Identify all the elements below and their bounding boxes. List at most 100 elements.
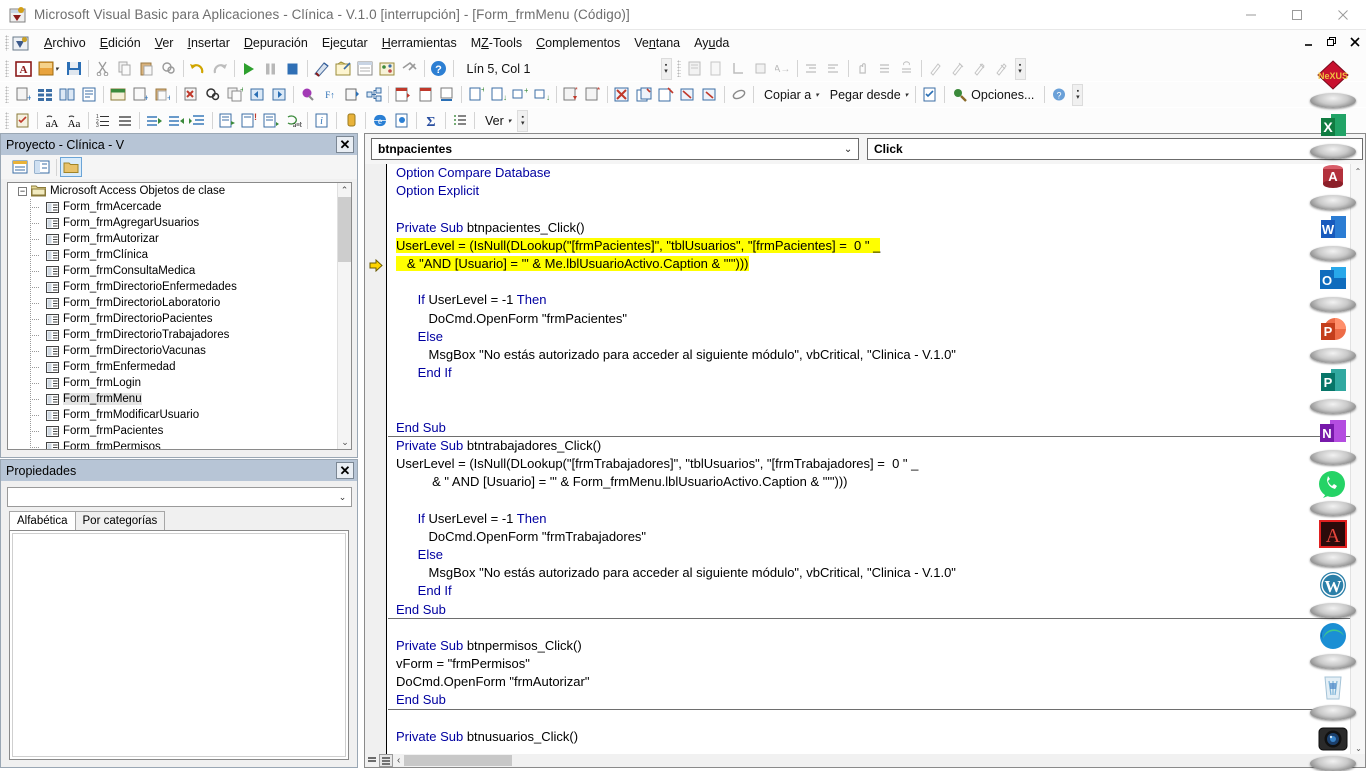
code-line[interactable] <box>388 382 1365 400</box>
undo-icon[interactable] <box>187 58 209 79</box>
uncomment-block-icon[interactable]: ! <box>238 110 260 131</box>
code-line[interactable]: Else <box>388 546 1365 564</box>
toolbar1c-overflow-button[interactable]: ▪ ▾ <box>1014 57 1026 80</box>
object-browser-icon[interactable] <box>377 58 399 79</box>
paste-from-button[interactable]: Pegar desde ▾ <box>823 84 912 105</box>
code-line[interactable] <box>388 619 1365 637</box>
sum-icon[interactable]: Σ <box>420 110 442 131</box>
menu-item-ayuda[interactable]: Ayuda <box>687 33 736 53</box>
sort-procedures-icon[interactable]: F↑ <box>319 84 341 105</box>
code-line[interactable]: & " AND [Usuario] = '" & Form_frmMenu.lb… <box>388 473 1365 491</box>
align-icon[interactable] <box>187 110 209 131</box>
code-line[interactable]: DoCmd.OpenForm "frmPacientes" <box>388 310 1365 328</box>
insert-block2-icon[interactable] <box>414 84 436 105</box>
indent-left-icon[interactable] <box>165 110 187 131</box>
code-line[interactable]: DoCmd.OpenForm "frmAutorizar" <box>388 673 1365 691</box>
project-tree-item[interactable]: Form_frmMenu <box>8 391 351 407</box>
indent-right-icon[interactable] <box>143 110 165 131</box>
camera-icon[interactable] <box>1305 723 1361 771</box>
properties-object-combo[interactable]: ⌄ <box>7 487 352 507</box>
tab-por-categorias[interactable]: Por categorías <box>74 511 166 530</box>
onenote-icon[interactable]: N <box>1305 417 1361 465</box>
toolbar2-overflow-button[interactable]: ▪ ▾ <box>1072 83 1084 106</box>
toolbar3-grip[interactable] <box>5 112 9 129</box>
scroll-thumb[interactable] <box>338 197 351 262</box>
menu-item-ver[interactable]: Ver <box>148 33 181 53</box>
mz-extra2-icon[interactable] <box>677 84 699 105</box>
flow-icon[interactable] <box>363 84 385 105</box>
duplicate-module-icon[interactable] <box>633 84 655 105</box>
comment-line-icon[interactable] <box>260 110 282 131</box>
paste-header-icon[interactable]: + <box>151 84 173 105</box>
toolbar1-overflow-button[interactable]: ▪ ▾ <box>660 57 672 80</box>
chevron-down-icon[interactable]: ▾ <box>905 91 909 99</box>
project-panel-close-icon[interactable]: ✕ <box>336 136 354 153</box>
menubar-grip[interactable] <box>5 35 9 51</box>
eraser-icon[interactable] <box>728 84 750 105</box>
list-icon[interactable] <box>449 110 471 131</box>
menu-item-archivo[interactable]: Archivo <box>37 33 93 53</box>
chevron-down-icon[interactable]: ▾ <box>815 91 819 99</box>
split-procedure-icon[interactable] <box>341 84 363 105</box>
module-header-icon[interactable] <box>107 84 129 105</box>
menu-item-ventana[interactable]: Ventana <box>627 33 687 53</box>
clipboard-icon[interactable] <box>12 110 34 131</box>
project-tree-item[interactable]: Form_frmDirectorioEnfermedades <box>8 279 351 295</box>
project-tree-item[interactable]: Form_frmDirectorioVacunas <box>8 343 351 359</box>
find-advanced-icon[interactable] <box>202 84 224 105</box>
code-margin-indicator-bar[interactable] <box>365 164 387 756</box>
project-tree-item[interactable]: Form_frmLogin <box>8 375 351 391</box>
copy-to-button[interactable]: Copiar a ▾ <box>757 84 823 105</box>
copy-block-icon[interactable]: + <box>465 84 487 105</box>
project-tree-item[interactable]: Form_frmConsultaMedica <box>8 263 351 279</box>
project-explorer-icon[interactable] <box>333 58 355 79</box>
scroll-up-icon[interactable]: ⌃ <box>338 183 351 197</box>
hscroll-thumb[interactable] <box>404 755 513 766</box>
maximize-button[interactable] <box>1274 0 1320 30</box>
menu-item-ejecutar[interactable]: Ejecutar <box>315 33 375 53</box>
code-line[interactable]: End If <box>388 364 1365 382</box>
object-combo[interactable]: btnpacientes ⌄ <box>371 138 860 160</box>
code-line[interactable] <box>388 491 1365 509</box>
code-horizontal-scrollbar[interactable]: ‹ <box>365 754 1365 767</box>
project-tree-item[interactable]: Form_frmDirectorioPacientes <box>8 311 351 327</box>
code-line[interactable]: End Sub <box>388 601 1365 619</box>
code-line[interactable]: vForm = "frmPermisos" <box>388 655 1365 673</box>
procedure-header-icon[interactable]: + <box>129 84 151 105</box>
bulleted-list-icon[interactable] <box>114 110 136 131</box>
code-line[interactable]: If UserLevel = -1 Then <box>388 291 1365 309</box>
project-tree-item[interactable]: Form_frmAutorizar <box>8 231 351 247</box>
menu-item-mztools[interactable]: MZ-Tools <box>464 33 529 53</box>
info-icon[interactable]: i <box>311 110 333 131</box>
bookmark-icon[interactable] <box>340 110 362 131</box>
project-tree-scrollbar[interactable]: ⌃ ⌄ <box>337 183 351 449</box>
reset-icon[interactable] <box>282 58 304 79</box>
project-tree-item[interactable]: Form_frmModificarUsuario <box>8 407 351 423</box>
web-icon[interactable]: e <box>369 110 391 131</box>
project-panel-titlebar[interactable]: Proyecto - Clínica - V ✕ <box>1 134 357 155</box>
delete-module-icon[interactable] <box>611 84 633 105</box>
code-editor-area[interactable]: Option Compare Database Option Explicit P… <box>365 164 1365 756</box>
excel-icon[interactable]: X <box>1305 111 1361 159</box>
project-tree-item[interactable]: Form_frmEnfermedad <box>8 359 351 375</box>
toggle-folders-icon[interactable] <box>60 157 82 177</box>
chevron-down-icon[interactable]: ⌄ <box>334 492 351 503</box>
menu-item-complementos[interactable]: Complementos <box>529 33 627 53</box>
mdi-restore-button[interactable] <box>1325 36 1339 50</box>
design-mode-icon[interactable] <box>311 58 333 79</box>
project-tree-item[interactable]: Form_frmPacientes <box>8 423 351 439</box>
project-tree[interactable]: − Microsoft Access Objetos de clase Form… <box>7 182 352 450</box>
project-tree-item[interactable]: Form_frmAcercade <box>8 199 351 215</box>
project-tree-root[interactable]: − Microsoft Access Objetos de clase <box>8 183 351 199</box>
menu-item-edicion[interactable]: Edición <box>93 33 148 53</box>
lowercase-icon[interactable]: Aa <box>63 110 85 131</box>
goto-next-icon[interactable] <box>268 84 290 105</box>
code-line[interactable]: If UserLevel = -1 Then <box>388 510 1365 528</box>
underline-icon[interactable] <box>436 84 458 105</box>
save-project-icon[interactable]: ▾ <box>34 58 63 79</box>
add-line-icon[interactable]: + <box>509 84 531 105</box>
insert-block-icon[interactable] <box>392 84 414 105</box>
chevron-down-icon[interactable]: ⌄ <box>838 144 858 155</box>
menu-item-herramientas[interactable]: Herramientas <box>375 33 464 53</box>
hscroll-left-arrow-icon[interactable]: ‹ <box>397 755 400 766</box>
